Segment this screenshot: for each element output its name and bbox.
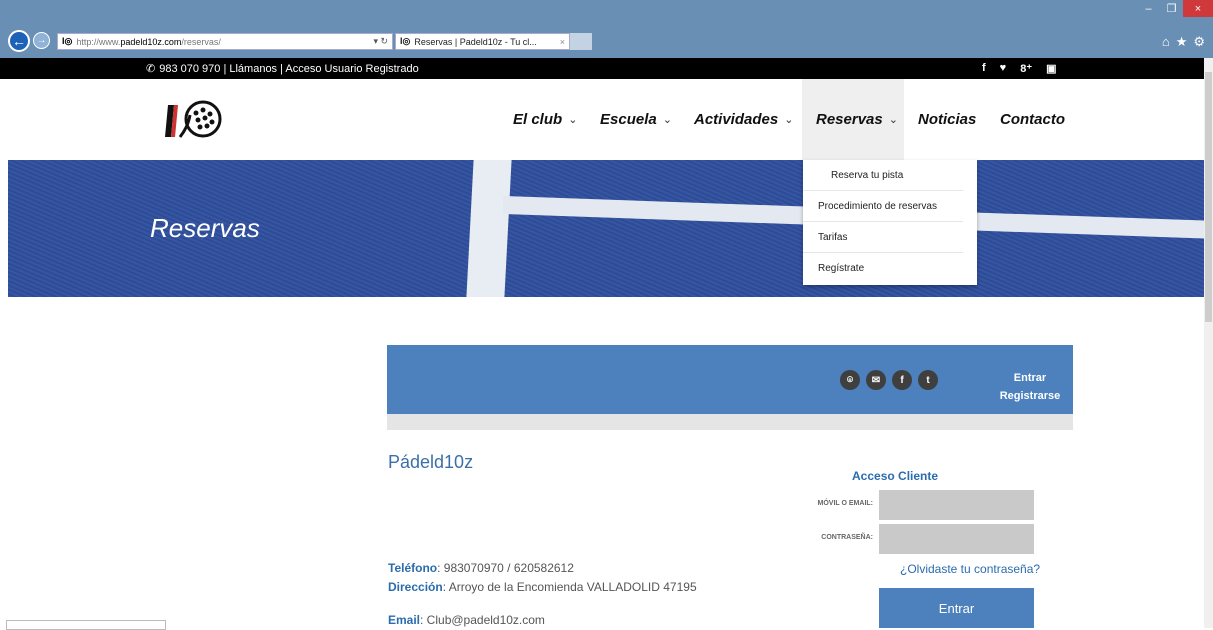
address-host: padeld10z.com bbox=[120, 36, 182, 47]
close-button[interactable]: × bbox=[1183, 0, 1213, 17]
new-tab-button[interactable] bbox=[570, 33, 592, 50]
page-title: Reservas bbox=[150, 213, 260, 243]
menu-item-label: Tarifas bbox=[818, 231, 848, 243]
nav-label: Actividades bbox=[694, 111, 779, 128]
google-plus-icon[interactable]: 8⁺ bbox=[1020, 62, 1032, 75]
window-controls: – ❐ × bbox=[1137, 0, 1213, 17]
browser-toolbar-icons: ⌂ ★ ⚙ bbox=[1162, 34, 1205, 50]
location-icon[interactable]: ⌾ bbox=[840, 370, 860, 390]
menu-item-label: Reserva tu pista bbox=[831, 169, 904, 181]
refresh-icon[interactable]: ▾ ↻ bbox=[373, 36, 392, 47]
restore-button[interactable]: ❐ bbox=[1160, 0, 1183, 17]
back-button[interactable]: ← bbox=[8, 30, 30, 52]
user-input[interactable] bbox=[879, 490, 1034, 520]
minimize-button[interactable]: – bbox=[1137, 0, 1160, 17]
nav-label: Reservas bbox=[816, 111, 883, 128]
twitter-icon[interactable]: t bbox=[918, 370, 938, 390]
phone-line: Teléfono: 983070970 / 620582612 bbox=[388, 559, 697, 578]
password-input[interactable] bbox=[879, 524, 1034, 554]
forward-arrow-icon: → bbox=[36, 35, 47, 46]
login-title: Acceso Cliente bbox=[852, 469, 939, 483]
star-icon[interactable]: ★ bbox=[1176, 34, 1188, 50]
phone-value: : 983070970 / 620582612 bbox=[437, 561, 574, 575]
booking-widget-strip bbox=[387, 414, 1073, 430]
email-value[interactable]: : Club@padeld10z.com bbox=[420, 613, 545, 627]
booking-widget-header bbox=[387, 345, 1073, 414]
menu-item-registrate[interactable]: Regístrate bbox=[803, 253, 963, 284]
youtube-icon[interactable]: ▣ bbox=[1046, 62, 1056, 75]
reservas-dropdown-menu: Reserva tu pista Procedimiento de reserv… bbox=[803, 160, 977, 285]
site-header: El club ⌄ Escuela ⌄ Actividades ⌄ Reservas ⌄… bbox=[0, 79, 1204, 160]
email-line: Email: Club@padeld10z.com bbox=[388, 611, 697, 630]
status-bar bbox=[6, 620, 166, 630]
chevron-down-icon: ⌄ bbox=[888, 114, 898, 126]
password-field-label: CONTRASEÑA: bbox=[821, 534, 873, 541]
top-info-text[interactable]: 983 070 970 | Llámanos | Acceso Usuario … bbox=[159, 63, 418, 75]
nav-el-club[interactable]: El club ⌄ bbox=[513, 79, 577, 160]
address-prefix: http://www. bbox=[76, 36, 121, 47]
tab-favicon-icon: I◎ bbox=[400, 36, 411, 46]
address-path: /reservas/ bbox=[181, 36, 221, 47]
scrollbar-thumb[interactable] bbox=[1205, 72, 1212, 322]
login-link[interactable]: Entrar bbox=[985, 369, 1075, 387]
user-field-label: MÓVIL O EMAIL: bbox=[817, 500, 873, 507]
top-info-bar: ✆ 983 070 970 | Llámanos | Acceso Usuari… bbox=[0, 58, 1204, 79]
nav-label: Noticias bbox=[918, 111, 977, 128]
menu-item-reserva-pista[interactable]: Reserva tu pista bbox=[803, 160, 963, 191]
social-links: f ♥ 8⁺ ▣ bbox=[982, 62, 1057, 75]
nav-reservas[interactable]: Reservas ⌄ bbox=[802, 79, 904, 160]
tab-close-icon[interactable]: × bbox=[560, 37, 565, 47]
nav-contacto[interactable]: Contacto bbox=[1000, 79, 1065, 160]
login-submit-button[interactable]: Entrar bbox=[879, 588, 1034, 628]
nav-noticias[interactable]: Noticias bbox=[918, 79, 976, 160]
account-links: Entrar Registrarse bbox=[985, 369, 1075, 405]
address-bar[interactable]: I◎ http://www.padeld10z.com/reservas/ ▾ … bbox=[57, 33, 393, 50]
tab-title: Reservas | Padeld10z - Tu cl... bbox=[414, 36, 537, 47]
register-link[interactable]: Registrarse bbox=[985, 387, 1075, 405]
chevron-down-icon: ⌄ bbox=[662, 114, 672, 126]
address-value: : Arroyo de la Encomienda VALLADOLID 471… bbox=[442, 580, 697, 594]
facebook-icon[interactable]: f bbox=[982, 62, 986, 75]
site-favicon-icon: I◎ bbox=[62, 36, 73, 46]
mail-icon[interactable]: ✉ bbox=[866, 370, 886, 390]
home-icon[interactable]: ⌂ bbox=[1162, 34, 1170, 50]
nav-actividades[interactable]: Actividades ⌄ bbox=[694, 79, 793, 160]
club-logo[interactable] bbox=[158, 97, 228, 143]
menu-item-tarifas[interactable]: Tarifas bbox=[803, 222, 963, 253]
gear-icon[interactable]: ⚙ bbox=[1193, 34, 1205, 50]
phone-icon: ✆ bbox=[146, 63, 156, 75]
club-name: Pádeld10z bbox=[388, 452, 474, 472]
twitter-icon[interactable]: ♥ bbox=[1000, 62, 1007, 75]
chevron-down-icon: ⌄ bbox=[568, 114, 578, 126]
address-line: Dirección: Arroyo de la Encomienda VALLA… bbox=[388, 578, 697, 597]
phone-label: Teléfono bbox=[388, 561, 438, 575]
browser-chrome: – ❐ × ← → I◎ http://www.padeld10z.com/re… bbox=[0, 0, 1213, 58]
chevron-down-icon: ⌄ bbox=[784, 114, 794, 126]
email-label: Email bbox=[388, 613, 421, 627]
court-line-vertical bbox=[466, 160, 512, 297]
menu-item-procedimiento[interactable]: Procedimiento de reservas bbox=[803, 191, 963, 222]
nav-escuela[interactable]: Escuela ⌄ bbox=[600, 79, 672, 160]
back-arrow-icon: ← bbox=[12, 33, 26, 49]
browser-tab[interactable]: I◎ Reservas | Padeld10z - Tu cl... × bbox=[395, 33, 570, 50]
forgot-password-link[interactable]: ¿Olvidaste tu contraseña? bbox=[900, 562, 1040, 576]
forward-button[interactable]: → bbox=[33, 32, 50, 49]
nav-label: Escuela bbox=[600, 111, 657, 128]
facebook-icon[interactable]: f bbox=[892, 370, 912, 390]
nav-label: El club bbox=[513, 111, 563, 128]
address-label: Dirección bbox=[388, 580, 443, 594]
contact-info: Teléfono: 983070970 / 620582612 Direcció… bbox=[388, 559, 697, 630]
menu-item-label: Regístrate bbox=[818, 263, 865, 274]
menu-item-label: Procedimiento de reservas bbox=[818, 200, 937, 212]
nav-label: Contacto bbox=[1000, 111, 1065, 128]
